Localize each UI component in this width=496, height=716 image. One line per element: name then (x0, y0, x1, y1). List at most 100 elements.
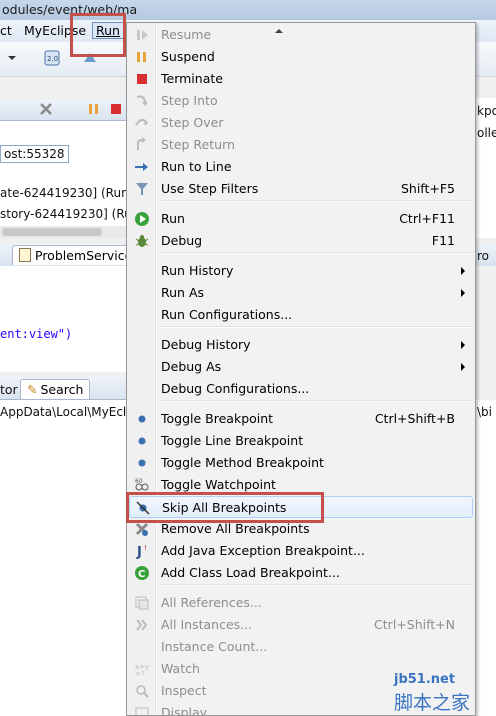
menu-item-step-over[interactable]: Step Over (129, 112, 473, 134)
editor-area[interactable] (0, 266, 128, 372)
menu-project[interactable]: ct (0, 23, 12, 38)
inspect-icon (134, 683, 150, 699)
menu-item-shortcut: Shift+F5 (400, 181, 455, 196)
menu-item-label: Run As (161, 285, 205, 300)
menu-item-resume[interactable]: Resume (129, 24, 473, 46)
class-load-breakpoint-icon: C (134, 565, 150, 581)
menu-item-label: Add Class Load Breakpoint... (161, 565, 340, 580)
menu-item-label: Watch (161, 661, 200, 676)
menu-item-label: Remove All Breakpoints (161, 521, 310, 536)
submenu-arrow-icon (461, 267, 465, 275)
chevron-down-icon[interactable] (4, 50, 20, 66)
menu-item-label: Toggle Line Breakpoint (161, 433, 304, 448)
resume-icon (134, 27, 150, 43)
jdk-icon[interactable]: 2.0 (44, 50, 60, 66)
thread-row-2[interactable]: story-624419230] (Ru (0, 207, 132, 221)
menu-separator (159, 200, 473, 202)
menu-item-label: Toggle Method Breakpoint (161, 455, 324, 470)
display-icon (134, 705, 150, 715)
menu-item-label: Terminate (161, 71, 223, 86)
suspend-toolbar-icon[interactable] (86, 101, 102, 117)
menu-item-label: Use Step Filters (161, 181, 259, 196)
host-label: ost:55328 (0, 145, 69, 163)
svg-text:C: C (138, 569, 145, 580)
menu-item-run-configurations[interactable]: Run Configurations... (129, 304, 473, 326)
menu-item-debug-configurations[interactable]: Debug Configurations... (129, 378, 473, 400)
menu-item-run-history[interactable]: Run History (129, 260, 473, 282)
menu-item-instance-count[interactable]: Instance Count... (129, 636, 473, 658)
menu-item-use-step-filters[interactable]: Use Step Filters Shift+F5 (129, 178, 473, 200)
thread-row-1[interactable]: ate-624419230] (Runn (0, 186, 136, 200)
annotation-box-run-menu (70, 13, 126, 57)
menu-item-label: Debug History (161, 337, 251, 352)
step-into-icon (134, 93, 150, 109)
remove-breakpoints-icon (134, 521, 150, 537)
search-icon: ✎ (27, 382, 38, 397)
terminate-toolbar-icon[interactable] (108, 101, 124, 117)
menu-item-shortcut: F11 (431, 233, 455, 248)
menu-item-step-into[interactable]: Step Into (129, 90, 473, 112)
menu-item-label: Run History (161, 263, 234, 278)
menu-item-add-class-load-breakpoint[interactable]: C Add Class Load Breakpoint... (129, 562, 473, 584)
menu-item-label: Resume (161, 27, 212, 42)
svg-text:60: 60 (135, 478, 143, 485)
menu-item-label: Instance Count... (161, 639, 268, 654)
search-results (0, 400, 128, 716)
menu-item-shortcut: Ctrl+Shift+N (374, 617, 455, 632)
suspend-icon (134, 49, 150, 65)
menu-separator (159, 584, 473, 586)
tab-search[interactable]: ✎ Search (20, 379, 91, 399)
submenu-arrow-icon (461, 363, 465, 371)
svg-text:!: ! (144, 544, 147, 552)
references-icon (134, 595, 150, 611)
menu-item-add-java-exception-breakpoint[interactable]: J! Add Java Exception Breakpoint... (129, 540, 473, 562)
submenu-arrow-icon (461, 341, 465, 349)
menu-item-label: Inspect (161, 683, 207, 698)
instances-icon (134, 617, 150, 633)
svg-text:=?: =? (135, 670, 145, 677)
line-breakpoint-icon (134, 433, 150, 449)
menu-item-toggle-breakpoint[interactable]: Toggle Breakpoint Ctrl+Shift+B (129, 408, 473, 430)
menu-item-toggle-line-breakpoint[interactable]: Toggle Line Breakpoint (129, 430, 473, 452)
horizontal-scrollbar[interactable] (0, 226, 128, 238)
right-fragment-1: kpo (477, 104, 496, 118)
right-fragment-2: olle (477, 126, 496, 140)
menu-separator (159, 326, 473, 328)
menu-item-run-to-line[interactable]: Run to Line (129, 156, 473, 178)
remove-launch-icon[interactable] (38, 101, 54, 117)
menu-item-shortcut: Ctrl+F11 (399, 211, 455, 226)
watch-icon: x+y =? (134, 661, 150, 677)
menu-item-label: Debug (161, 233, 203, 248)
menu-item-run-as[interactable]: Run As (129, 282, 473, 304)
tab-navigator[interactable]: tor (0, 382, 18, 397)
search-path: AppData\Local\MyEcli (0, 405, 130, 419)
breakpoint-icon (134, 411, 150, 427)
menu-item-label: All References... (161, 595, 262, 610)
menu-item-debug-history[interactable]: Debug History (129, 334, 473, 356)
menu-item-suspend[interactable]: Suspend (129, 46, 473, 68)
right-tab-fragment[interactable]: ro (477, 249, 489, 263)
watchpoint-icon: 60 (134, 477, 150, 493)
menu-item-label: Run (161, 211, 185, 226)
watermark-cn: 脚本之家 (394, 692, 471, 714)
menu-item-label: Step Over (161, 115, 224, 130)
menu-item-label: Toggle Breakpoint (161, 411, 274, 426)
step-over-icon (134, 115, 150, 131)
run-icon (134, 211, 150, 227)
menu-item-run[interactable]: Run Ctrl+F11 (129, 208, 473, 230)
menu-item-label: Step Into (161, 93, 218, 108)
menu-item-debug-as[interactable]: Debug As (129, 356, 473, 378)
step-return-icon (134, 137, 150, 153)
menu-item-label: Step Return (161, 137, 235, 152)
debug-icon (134, 233, 150, 249)
menu-item-all-instances[interactable]: All Instances... Ctrl+Shift+N (129, 614, 473, 636)
method-breakpoint-icon (134, 455, 150, 471)
menu-item-all-references[interactable]: All References... (129, 592, 473, 614)
menu-item-toggle-method-breakpoint[interactable]: Toggle Method Breakpoint (129, 452, 473, 474)
run-dropdown-menu: Resume Suspend Terminate Step Into Step Over… (126, 22, 476, 716)
right-pane (476, 98, 496, 238)
tab-problem-service[interactable]: ProblemService (12, 245, 140, 265)
menu-item-step-return[interactable]: Step Return (129, 134, 473, 156)
menu-item-terminate[interactable]: Terminate (129, 68, 473, 90)
menu-item-debug[interactable]: Debug F11 (129, 230, 473, 252)
